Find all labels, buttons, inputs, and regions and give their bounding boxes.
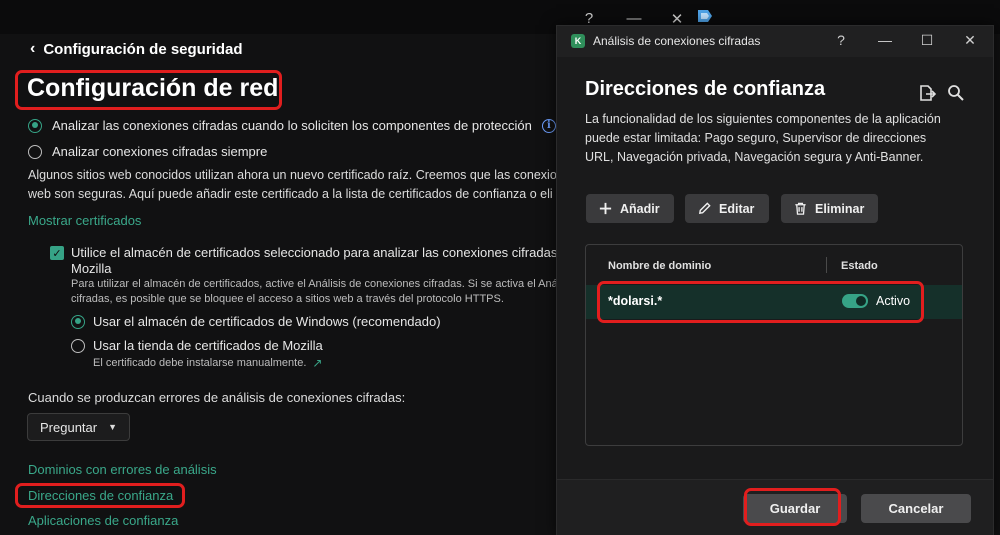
dialog-window-title: Análisis de conexiones cifradas — [593, 34, 761, 48]
radio-analyze-always[interactable]: Analizar conexiones cifradas siempre — [28, 144, 267, 159]
show-certificates-link[interactable]: Mostrar certificados — [28, 213, 141, 228]
maximize-button[interactable]: ☐ — [917, 32, 937, 49]
radio-unselected-icon[interactable] — [71, 338, 85, 353]
back-link-label: Configuración de seguridad — [43, 40, 243, 58]
domains-errors-link[interactable]: Dominios con errores de análisis — [28, 462, 217, 477]
add-button[interactable]: Añadir — [586, 194, 674, 223]
certificate-paragraph-line2: web son seguras. Aquí puede añadir este … — [28, 187, 553, 201]
trash-icon — [795, 202, 806, 215]
page-title-highlight — [15, 70, 282, 110]
checkbox-label-line2: Mozilla — [71, 261, 112, 276]
help-button[interactable]: ? — [831, 32, 851, 48]
mozilla-note: El certificado debe instalarse manualmen… — [93, 356, 322, 370]
save-button-highlight — [744, 488, 841, 526]
edit-button[interactable]: Editar — [685, 194, 769, 223]
checkbox-note-line1: Para utilizar el almacén de certificados… — [71, 278, 577, 290]
mozilla-note-text: El certificado debe instalarse manualmen… — [93, 357, 307, 369]
app-tray-icon — [698, 10, 712, 22]
radio-store-windows-label: Usar el almacén de certificados de Windo… — [93, 314, 441, 329]
radio-analyze-on-request[interactable]: Analizar las conexiones cifradas cuando … — [28, 118, 556, 133]
minimize-button[interactable]: — — [875, 32, 895, 48]
back-link[interactable]: ‹ Configuración de seguridad — [30, 40, 243, 58]
column-header-domain[interactable]: Nombre de dominio — [608, 260, 711, 272]
external-link-icon[interactable]: ↗ — [312, 356, 322, 370]
checkbox-label-line1: Utilice el almacén de certificados selec… — [71, 245, 576, 260]
delete-button[interactable]: Eliminar — [781, 194, 878, 223]
dialog-description-line2: puede estar limitada: Pago seguro, Super… — [585, 131, 927, 145]
add-button-label: Añadir — [620, 201, 660, 216]
edit-button-label: Editar — [719, 201, 755, 216]
radio-store-windows[interactable]: Usar el almacén de certificados de Windo… — [71, 314, 441, 329]
chevron-left-icon: ‹ — [30, 40, 36, 57]
trusted-apps-link[interactable]: Aplicaciones de confianza — [28, 513, 178, 528]
radio-analyze-always-label: Analizar conexiones cifradas siempre — [52, 144, 268, 159]
kaspersky-app-icon: K — [571, 34, 585, 48]
checkbox-use-cert-store[interactable]: ✓ — [50, 246, 64, 260]
radio-selected-icon[interactable] — [28, 118, 42, 133]
column-divider[interactable] — [826, 257, 827, 273]
dialog-heading: Direcciones de confianza — [585, 78, 826, 100]
dropdown-value: Preguntar — [40, 419, 98, 435]
column-header-state[interactable]: Estado — [841, 260, 878, 272]
row-highlight — [597, 281, 924, 323]
search-icon[interactable] — [946, 83, 966, 103]
dialog-description-line1: La funcionalidad de los siguientes compo… — [585, 112, 941, 126]
info-icon[interactable]: i — [541, 118, 556, 133]
certificate-paragraph-line1: Algunos sitios web conocidos utilizan ah… — [28, 168, 557, 182]
pencil-icon — [698, 202, 711, 215]
trusted-addresses-dialog: K Análisis de conexiones cifradas ? — ☐ … — [556, 25, 994, 535]
radio-unselected-icon[interactable] — [28, 144, 42, 159]
radio-store-mozilla-label: Usar la tienda de certificados de Mozill… — [93, 338, 323, 353]
chevron-down-icon: ▼ — [108, 422, 117, 432]
cancel-button[interactable]: Cancelar — [861, 494, 971, 523]
dialog-description-line3: URL, Navegación privada, Navegación segu… — [585, 150, 924, 164]
radio-store-mozilla[interactable]: Usar la tienda de certificados de Mozill… — [71, 338, 323, 353]
checkbox-note-line2: cifradas, es posible que se bloquee el a… — [71, 293, 504, 305]
radio-analyze-on-request-label: Analizar las conexiones cifradas cuando … — [52, 118, 532, 133]
trusted-addresses-highlight — [15, 483, 185, 508]
radio-selected-icon[interactable] — [71, 314, 85, 329]
export-icon[interactable] — [917, 83, 937, 103]
delete-button-label: Eliminar — [815, 201, 865, 216]
errors-label: Cuando se produzcan errores de análisis … — [28, 390, 406, 405]
dialog-titlebar: K Análisis de conexiones cifradas ? — ☐ … — [557, 26, 993, 57]
errors-action-dropdown[interactable]: Preguntar ▼ — [27, 413, 130, 441]
trusted-addresses-table: Nombre de dominio Estado *dolarsi.* Acti… — [585, 244, 963, 446]
plus-icon — [599, 202, 612, 215]
close-button[interactable]: ✕ — [960, 32, 980, 49]
